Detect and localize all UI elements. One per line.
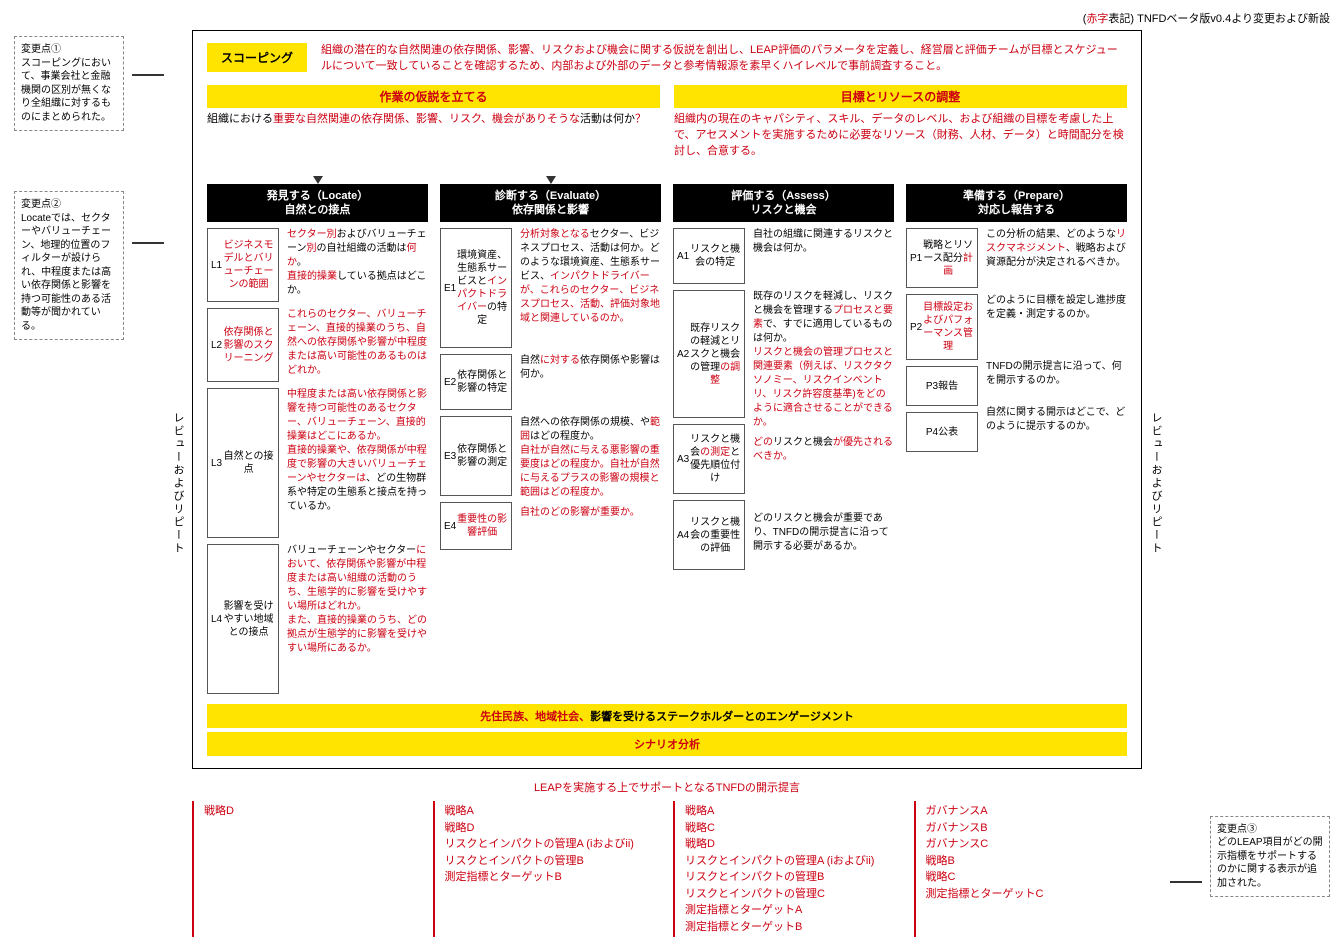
item-desc: どのリスクと機会が優先されるべきか。 [753,436,894,506]
connector-left [124,30,164,937]
disclosure-col: ガバナンスAガバナンスBガバナンスC戦略B戦略C測定指標とターゲットC [914,801,1143,937]
item-desc: 既存のリスクを軽減し、リスクと機会を管理するプロセスと要素で、すでに適用している… [753,290,894,430]
item-box: E1環境資産、生態系サービスとインパクトドライバーの特定 [440,228,512,348]
setup-right-title: 目標とリソースの調整 [674,85,1127,108]
item-box: A2既存リスクの軽減とリスクと機会の管理の調整 [673,290,745,418]
item-desc: 自然に関する開示はどこで、どのように提示するのか。 [986,406,1127,446]
header-note: (赤字表記) TNFDベータ版v0.4より変更および新設 [14,10,1330,26]
callout-3: 変更点③ どのLEAP項目がどの開示指標をサポートするのかに関する表示が追加され… [1210,816,1330,898]
col-head-assess: 評価する（Assess） リスクと機会 [673,184,894,223]
side-label-left: レビューおよびリピート [164,412,192,555]
leap-col-assess: 評価する（Assess） リスクと機会 A1リスクと機会の特定 A2既存リスクの軽減… [673,184,894,695]
item-desc: 分析対象となるセクター、ビジネスプロセス、活動は何か。どのような環境資産、生態系… [520,228,661,348]
arrow-down-icon [546,176,556,184]
setup-left-text: 組織における重要な自然関連の依存関係、影響、リスク、機会がありそうな活動は何か？ [207,112,660,128]
leap-col-locate: 発見する（Locate） 自然との接点 L1ビジネスモデルとバリューチェーンの範囲… [207,184,428,695]
setup-right-text: 組織内の現在のキャパシティ、スキル、データのレベル、および組織の目標を考慮した上… [674,112,1127,160]
disclosure-columns: 戦略D戦略A戦略Dリスクとインパクトの管理A (iおよびii)リスクとインパクト… [192,801,1142,937]
side-label-right: レビューおよびリピート [1142,412,1170,555]
disclosure-col: 戦略A戦略Dリスクとインパクトの管理A (iおよびii)リスクとインパクトの管理… [433,801,662,937]
item-desc: 自然への依存関係の規模、や範囲はどの程度か。自社が自然に与える悪影響の重要度はど… [520,416,661,500]
disclosure-title: LEAPを実施する上でサポートとなるTNFDの開示提言 [192,779,1142,795]
callout-1: 変更点① スコーピングにおいて、事業会社と金融機関の区別が無くなり全組織に対する… [14,36,124,131]
connector-right [1170,30,1210,937]
item-desc: 中程度または高い依存関係と影響を持つ可能性のあるセクター、バリューチェーン、直接… [287,388,428,538]
item-box: P2目標設定およびパフォーマンス管理 [906,294,978,360]
item-box: A4リスクと機会の重要性の評価 [673,500,745,570]
item-box: A1リスクと機会の特定 [673,228,745,284]
item-desc: この分析の結果、どのようなリスクマネジメント、戦略および資源配分が決定されるべき… [986,228,1127,288]
item-desc: これらのセクター、バリューチェーン、直接的操業のうち、自然への依存関係や影響が中… [287,308,428,382]
disclosure-col: 戦略A戦略C戦略Dリスクとインパクトの管理A (iおよびii)リスクとインパクト… [673,801,902,937]
scoping-row: スコーピング 組織の潜在的な自然関連の依存関係、影響、リスクおよび機会に関する仮… [207,43,1127,75]
disclosure-col: 戦略D [192,801,421,937]
callout-2: 変更点② Locateでは、セクターやバリューチェーン、地理的位置のフィルターが… [14,191,124,340]
item-box: L1ビジネスモデルとバリューチェーンの範囲 [207,228,279,302]
right-callouts: 変更点③ どのLEAP項目がどの開示指標をサポートするのかに関する表示が追加され… [1210,30,1330,937]
item-box: P4公表 [906,412,978,452]
item-box: L4影響を受けやすい地域との接点 [207,544,279,694]
scoping-description: 組織の潜在的な自然関連の依存関係、影響、リスクおよび機会に関する仮説を創出し、L… [321,43,1127,75]
scoping-label: スコーピング [207,43,307,72]
left-callouts: 変更点① スコーピングにおいて、事業会社と金融機関の区別が無くなり全組織に対する… [14,30,124,937]
item-desc: バリューチェーンやセクターにおいて、依存関係や影響が中程度または高い組織の活動の… [287,544,428,694]
item-box: E3依存関係と影響の測定 [440,416,512,496]
col-head-locate: 発見する（Locate） 自然との接点 [207,184,428,223]
item-box: P3報告 [906,366,978,406]
col-head-prepare: 準備する（Prepare） 対応し報告する [906,184,1127,223]
item-desc: TNFDの開示提言に沿って、何を開示するのか。 [986,360,1127,400]
engagement-bar: 先住民族、地域社会、影響を受けるステークホルダーとのエンゲージメント [207,704,1127,728]
col-head-evaluate: 診断する（Evaluate） 依存関係と影響 [440,184,661,223]
leap-col-evaluate: 診断する（Evaluate） 依存関係と影響 E1環境資産、生態系サービスとインパ… [440,184,661,695]
item-box: L3自然との接点 [207,388,279,538]
item-box: P1戦略とリソース配分計画 [906,228,978,288]
setup-left-title: 作業の仮説を立てる [207,85,660,108]
item-box: E2依存関係と影響の特定 [440,354,512,410]
item-desc: 自社のどの影響が重要か。 [520,506,661,554]
item-desc: セクター別およびバリューチェーン別の自社組織の活動は何か。直接的操業している拠点… [287,228,428,302]
item-box: E4重要性の影響評価 [440,502,512,550]
arrow-down-icon [313,176,323,184]
item-desc: どのように目標を設定し進捗度を定義・測定するのか。 [986,294,1127,354]
leap-columns: 発見する（Locate） 自然との接点 L1ビジネスモデルとバリューチェーンの範囲… [207,184,1127,695]
scenario-bar: シナリオ分析 [207,732,1127,756]
leap-col-prepare: 準備する（Prepare） 対応し報告する P1戦略とリソース配分計画P2目標設定… [906,184,1127,695]
item-box: A3リスクと機会の測定と優先順位付け [673,424,745,494]
item-desc: 自然に対する依存関係や影響は何か。 [520,354,661,410]
main-box: スコーピング 組織の潜在的な自然関連の依存関係、影響、リスクおよび機会に関する仮… [192,30,1142,769]
item-desc: 自社の組織に関連するリスクと機会は何か。 [753,228,894,284]
setup-two-col: 作業の仮説を立てる 組織における重要な自然関連の依存関係、影響、リスク、機会があ… [207,85,1127,160]
item-box: L2依存関係と影響のスクリーニング [207,308,279,382]
item-desc: どのリスクと機会が重要であり、TNFDの開示提言に沿って開示する必要があるか。 [753,512,894,582]
